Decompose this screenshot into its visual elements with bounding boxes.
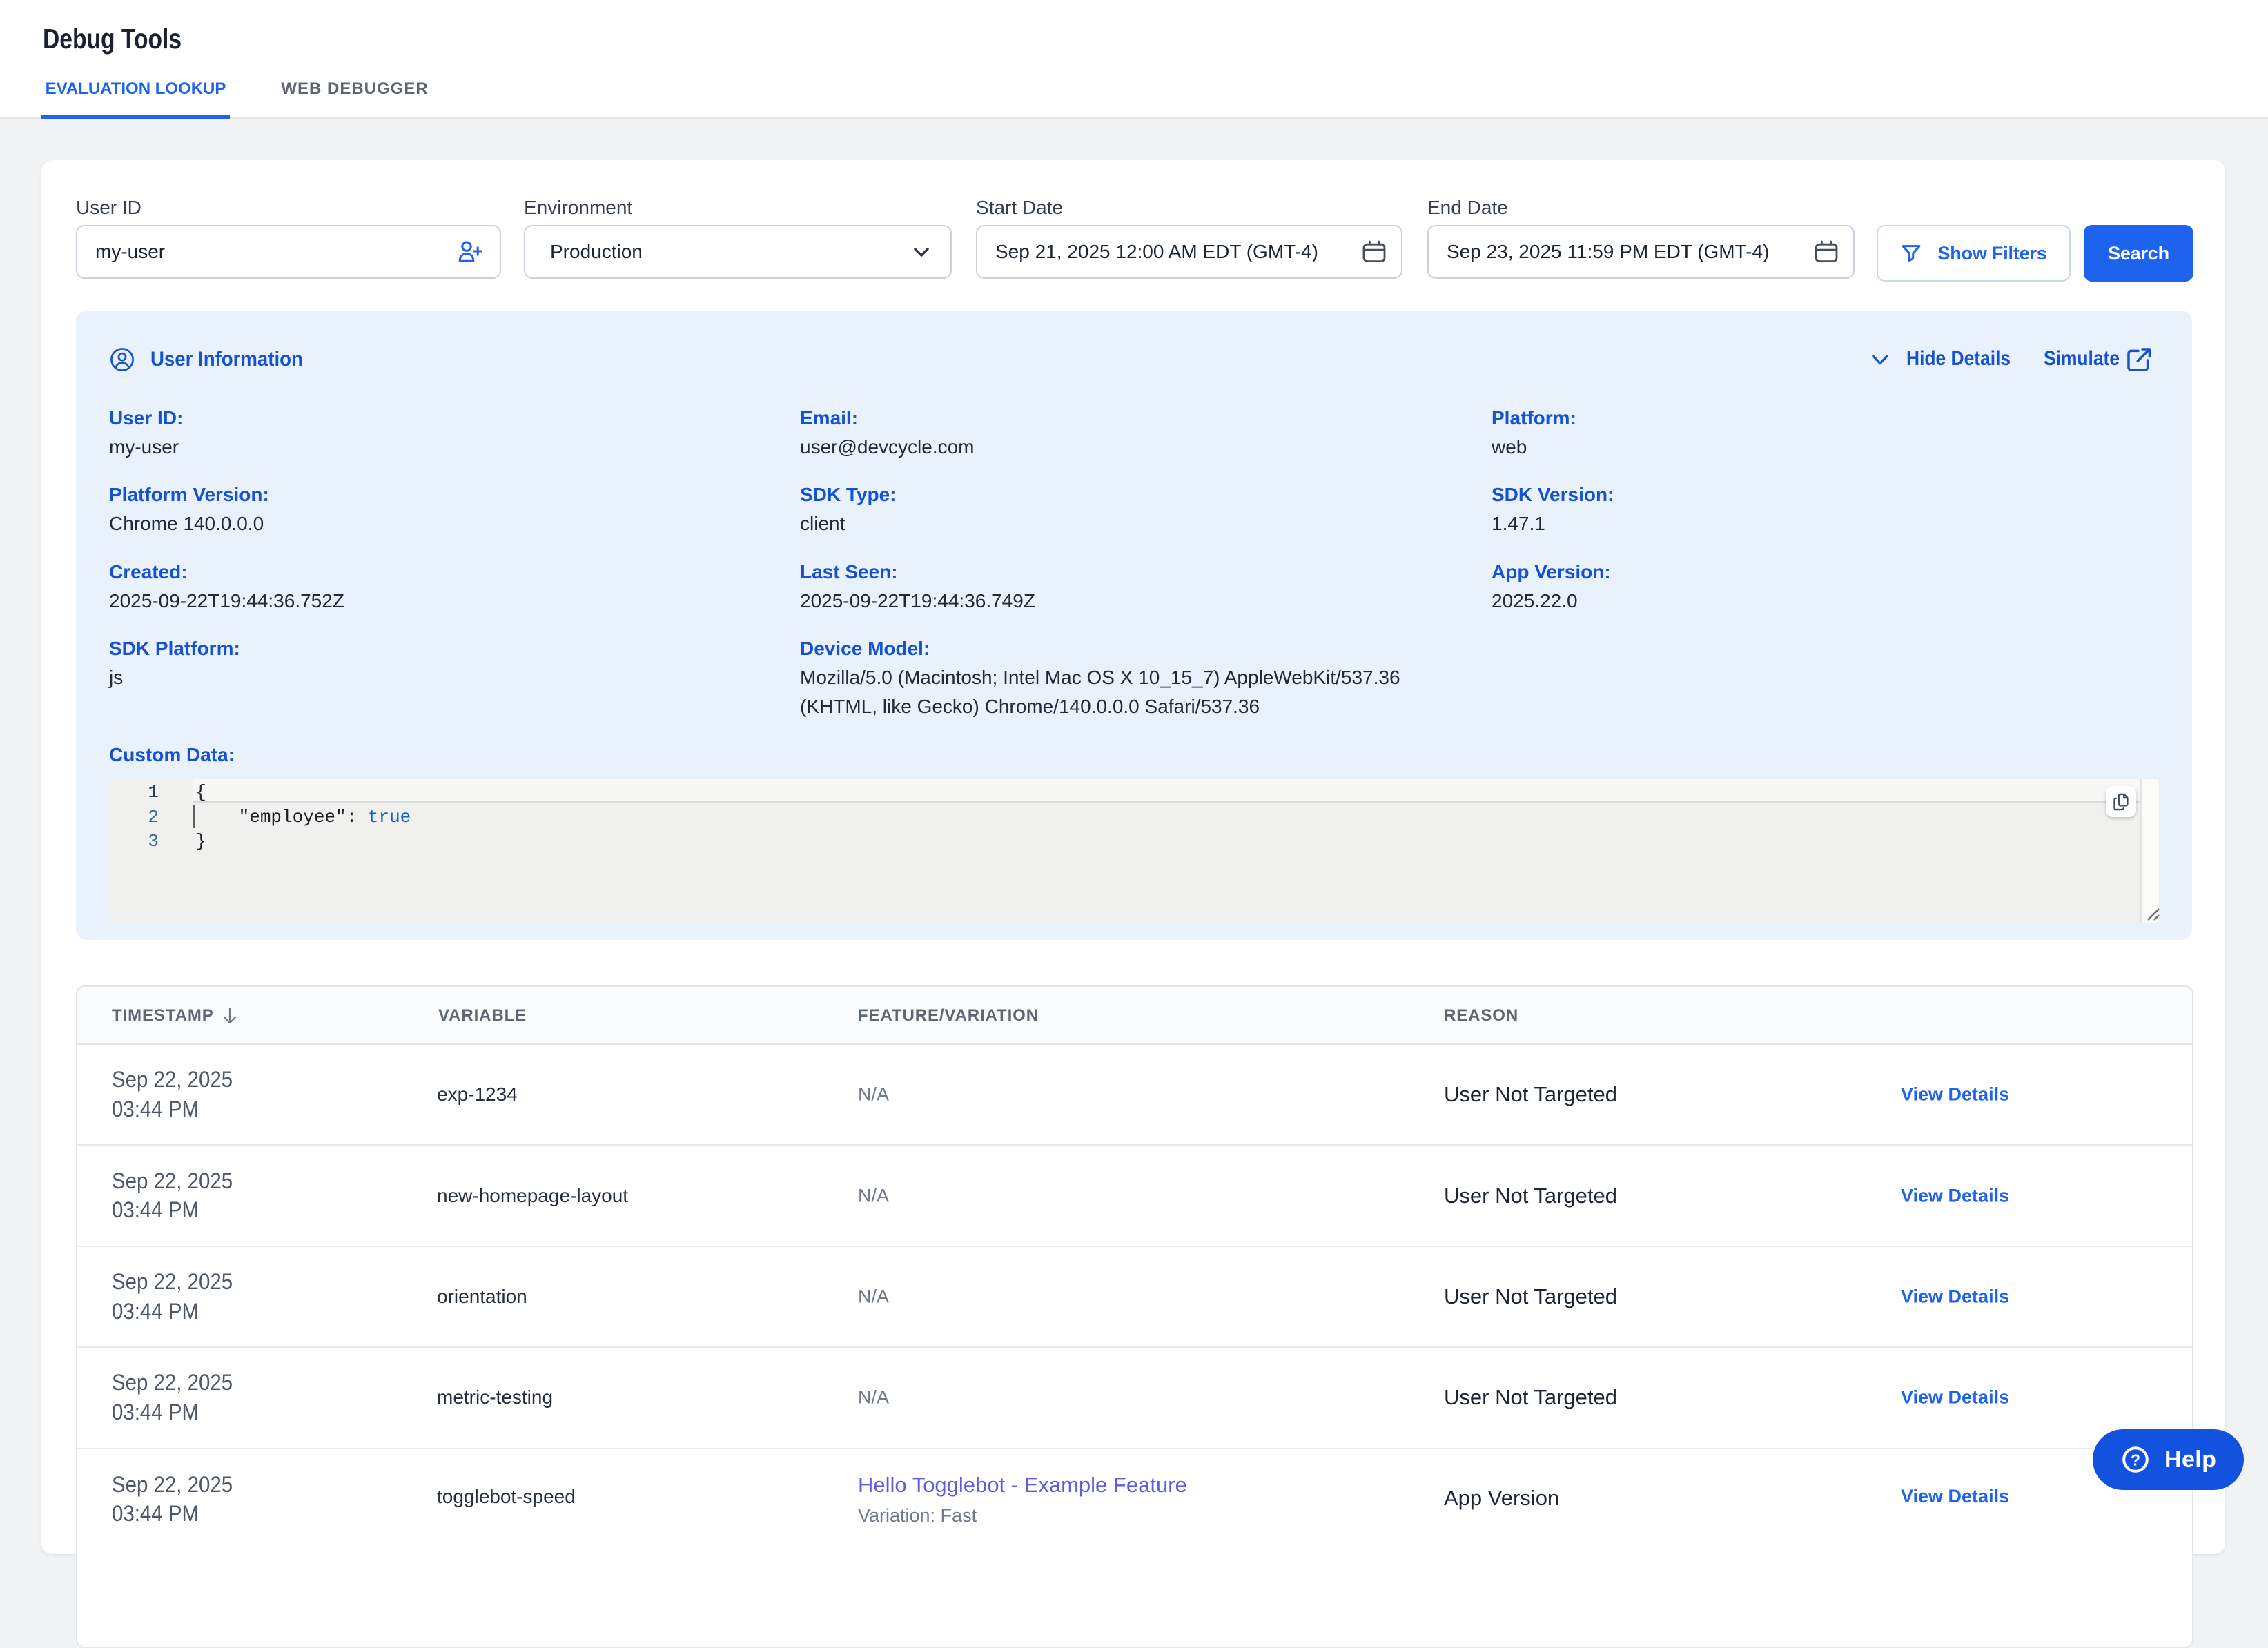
svg-text:?: ?	[2131, 1451, 2140, 1469]
